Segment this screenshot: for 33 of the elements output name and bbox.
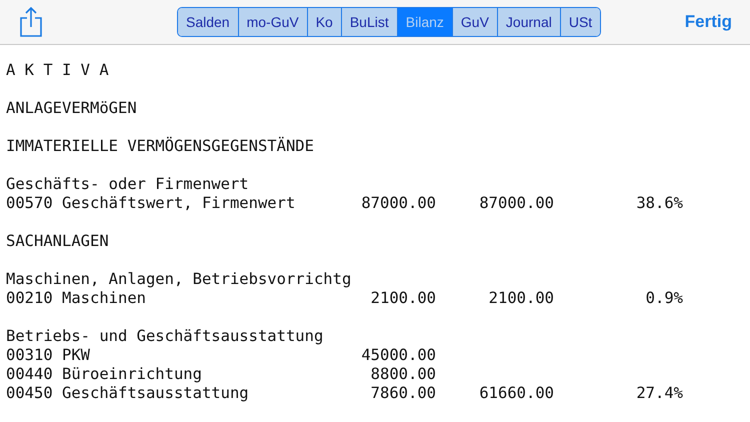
done-button[interactable]: Fertig [684,10,732,34]
total-text: 61660.00 [478,384,554,403]
share-icon [20,7,42,37]
account-label: 00450 Geschäftsausstattung [6,384,250,403]
amount-text: 7860.00 [370,384,436,403]
share-percent: 38.6% [635,194,683,213]
total-text: 2100.00 [488,289,554,308]
report-heading: A K T I V A [6,61,110,80]
amount-text: 2100.00 [370,289,436,308]
account-label: 00440 Büroeinrichtung [6,365,203,384]
segment-tab[interactable]: USt [560,8,600,36]
segment-tab[interactable]: Journal [496,8,560,36]
report-heading: Betriebs- und Geschäftsausstattung [6,327,324,346]
account-label: 00210 Maschinen [6,289,147,308]
segment-tab[interactable]: Ko [306,8,341,36]
share-percent: 27.4% [635,384,683,403]
report-heading: ANLAGEVERMöGEN [6,99,138,118]
report-heading: IMMATERIELLE VERMÖGENSGEGENSTÄNDE [6,137,315,156]
account-label: 00570 Geschäftswert, Firmenwert [6,194,296,213]
account-label: 00310 PKW [6,346,91,365]
report-heading: Geschäfts- oder Firmenwert [6,175,250,194]
segment-tab[interactable]: Salden [178,8,238,36]
amount-text: 87000.00 [360,194,436,213]
segment-tab[interactable]: BuList [340,8,397,36]
segment-tab[interactable]: GuV [452,8,497,36]
amount-text: 8800.00 [370,365,436,384]
report-heading: SACHANLAGEN [6,232,110,251]
share-percent: 0.9% [644,289,683,308]
report-heading: Maschinen, Anlagen, Betriebsvorrichtg [6,270,352,289]
total-text: 87000.00 [478,194,554,213]
segment-tab[interactable]: mo-GuV [238,8,307,36]
amount-text: 45000.00 [360,346,436,365]
share-button[interactable] [18,6,44,38]
